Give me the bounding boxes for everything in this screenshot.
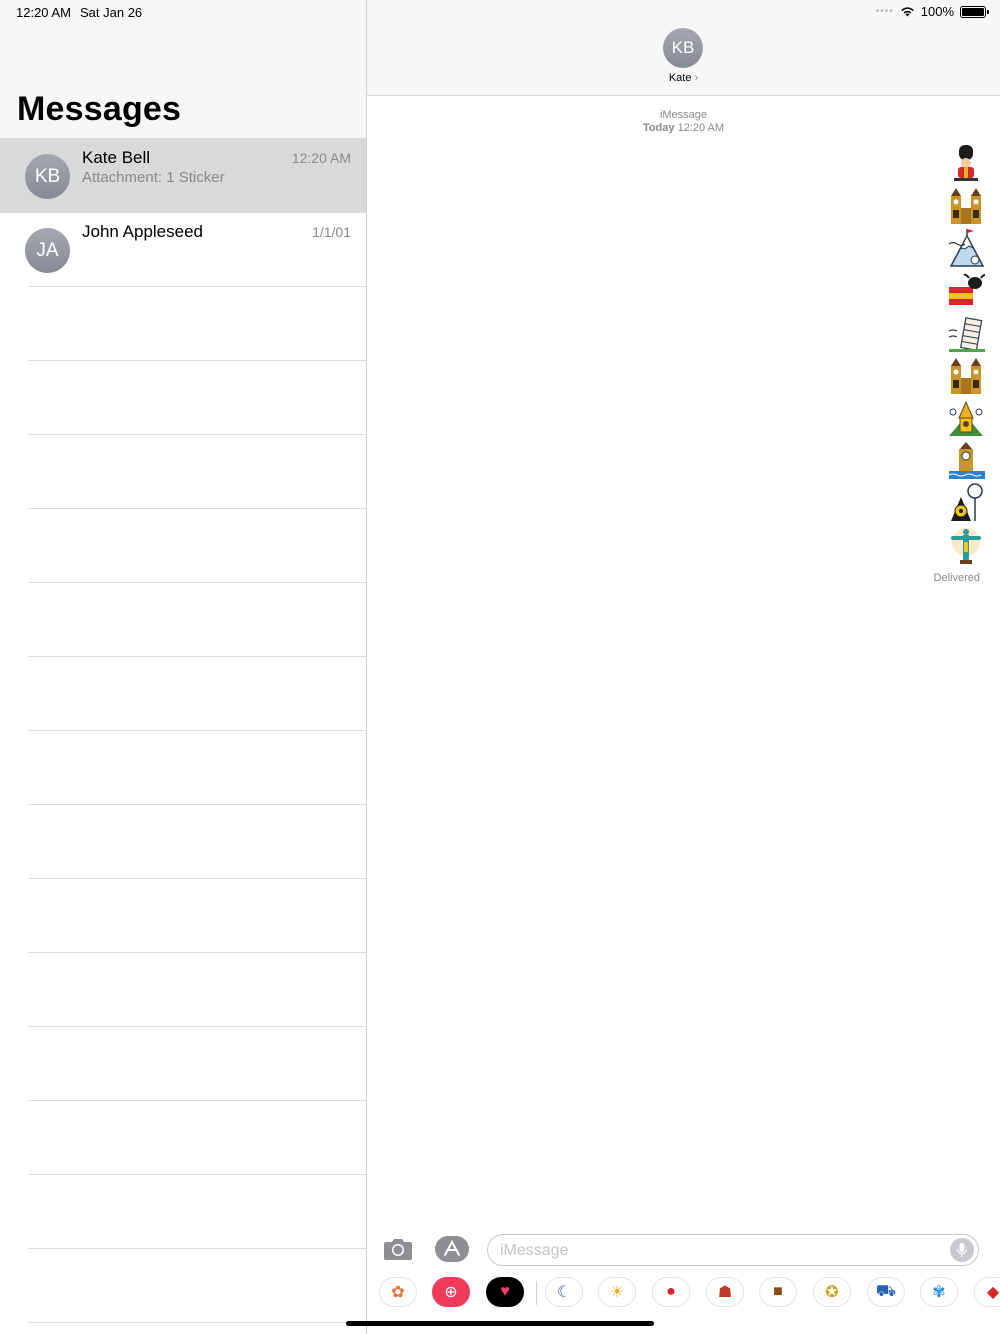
suitcase-sticker-app-icon[interactable]: ■ bbox=[759, 1277, 797, 1307]
contact-name: Kate bbox=[668, 72, 692, 84]
conversation-pane: KB Kate › iMessage Today 12:20 AM Delive… bbox=[367, 0, 1000, 1334]
empty-list-row bbox=[0, 657, 366, 731]
contact-avatar[interactable]: KB bbox=[663, 28, 703, 68]
empty-list-row bbox=[0, 953, 366, 1027]
empty-list-row bbox=[0, 1027, 366, 1101]
person-sticker-glyph-icon: ☗ bbox=[717, 1284, 733, 1301]
message-service: iMessage bbox=[659, 109, 708, 121]
person-sticker-app-icon[interactable]: ☗ bbox=[706, 1277, 744, 1307]
ipad-messages-screen: 12:20 AM Sat Jan 26 •••• 100% Messages K… bbox=[0, 0, 1000, 1334]
camera-icon bbox=[384, 1239, 412, 1260]
spain-bull-sticker[interactable] bbox=[946, 271, 986, 312]
night-sticker-app-icon[interactable]: ☾ bbox=[545, 1277, 583, 1307]
empty-list-row bbox=[0, 287, 366, 361]
conversation-row-john-appleseed[interactable]: JA John Appleseed 1/1/01 bbox=[0, 213, 366, 287]
avatar: KB bbox=[25, 154, 70, 199]
signal-icon: •••• bbox=[875, 6, 894, 17]
leaning-tower-sticker[interactable] bbox=[946, 313, 986, 354]
conversation-list-pane: Messages KB Kate Bell Attachment: 1 Stic… bbox=[0, 0, 366, 1334]
weather-sticker-glyph-icon: ☀ bbox=[609, 1284, 625, 1301]
empty-list-row bbox=[0, 509, 366, 583]
status-time: 12:20 AM bbox=[16, 5, 71, 20]
conversation-name: Kate Bell bbox=[82, 148, 151, 167]
weather-sticker-app-icon[interactable]: ☀ bbox=[598, 1277, 636, 1307]
cart-sticker-app-icon[interactable]: ⛟ bbox=[867, 1277, 905, 1307]
empty-list-row bbox=[0, 731, 366, 805]
empty-list-row bbox=[0, 805, 366, 879]
home-indicator[interactable] bbox=[346, 1321, 654, 1326]
christ-statue-sticker[interactable] bbox=[946, 526, 986, 567]
photos-glyph-icon: ✿ bbox=[391, 1284, 405, 1301]
page-title: Messages bbox=[17, 90, 182, 128]
chevron-right-icon: › bbox=[694, 72, 699, 84]
message-timestamp: iMessage Today 12:20 AM bbox=[367, 109, 1000, 135]
empty-list-row bbox=[0, 879, 366, 953]
battery-icon bbox=[960, 5, 989, 18]
conversation-preview: Attachment: 1 Sticker bbox=[82, 169, 225, 186]
conversation-row-kate-bell[interactable]: KB Kate Bell Attachment: 1 Sticker 12:20… bbox=[0, 139, 366, 213]
royal-guard-sticker[interactable] bbox=[946, 143, 986, 184]
wifi-icon bbox=[900, 7, 914, 17]
contact-name-button[interactable]: Kate › bbox=[367, 72, 1000, 84]
big-ben-towers-sticker[interactable] bbox=[946, 186, 986, 227]
empty-list-row bbox=[0, 1101, 366, 1175]
tomato-sticker-app-icon[interactable]: ● bbox=[652, 1277, 690, 1307]
message-input-placeholder: iMessage bbox=[500, 1242, 569, 1259]
delivery-status: Delivered bbox=[933, 572, 980, 584]
empty-list-row bbox=[0, 1249, 366, 1323]
status-indicators: •••• 100% bbox=[875, 4, 989, 19]
image-search-app-icon[interactable]: ⊕ bbox=[432, 1277, 470, 1307]
app-strip-divider bbox=[536, 1281, 537, 1305]
app-store-button[interactable] bbox=[434, 1235, 470, 1263]
battery-percent: 100% bbox=[920, 4, 954, 19]
compose-bar: iMessage bbox=[367, 1230, 1000, 1272]
mountain-peak-sticker[interactable] bbox=[946, 228, 986, 269]
timestamp-time: 12:20 AM bbox=[677, 122, 725, 134]
dictation-button[interactable] bbox=[950, 1238, 974, 1262]
empty-list-row bbox=[0, 583, 366, 657]
flower-sticker-app-icon[interactable]: ✾ bbox=[920, 1277, 958, 1307]
cart-sticker-glyph-icon: ⛟ bbox=[875, 1283, 897, 1300]
sticker-message bbox=[946, 143, 986, 566]
image-search-glyph-icon: ⊕ bbox=[444, 1284, 458, 1301]
conversation-time: 1/1/01 bbox=[312, 224, 351, 240]
avatar: JA bbox=[25, 228, 70, 273]
digital-touch-glyph-icon: ♥ bbox=[500, 1283, 510, 1300]
microphone-icon bbox=[956, 1243, 968, 1257]
app-drawer-strip: ✿ ⊕ ♥ ☾ ☀ ● ☗ ■ ✪ ⛟ ✾ ◆ bbox=[367, 1272, 1000, 1316]
suitcase-sticker-glyph-icon: ■ bbox=[773, 1283, 783, 1300]
conversation-name: John Appleseed bbox=[82, 222, 203, 241]
medal-sticker-glyph-icon: ✪ bbox=[825, 1284, 839, 1301]
empty-list-row bbox=[0, 1175, 366, 1249]
conversation-list: KB Kate Bell Attachment: 1 Sticker 12:20… bbox=[0, 139, 366, 1323]
empty-list-row bbox=[0, 435, 366, 509]
tomato-sticker-glyph-icon: ● bbox=[666, 1283, 676, 1300]
camera-button[interactable] bbox=[382, 1236, 414, 1262]
flower-sticker-glyph-icon: ✾ bbox=[932, 1284, 946, 1301]
temple-sticker[interactable] bbox=[946, 398, 986, 439]
night-sticker-glyph-icon: ☾ bbox=[556, 1284, 572, 1301]
timestamp-day: Today bbox=[642, 122, 675, 134]
clock-tower-sticker[interactable] bbox=[946, 441, 986, 482]
empty-list-row bbox=[0, 361, 366, 435]
photos-app-icon[interactable]: ✿ bbox=[379, 1277, 417, 1307]
message-input[interactable]: iMessage bbox=[487, 1234, 979, 1266]
big-ben-towers-sticker[interactable] bbox=[946, 356, 986, 397]
pane-divider bbox=[366, 0, 367, 1334]
conversation-time: 12:20 AM bbox=[291, 150, 351, 166]
status-date: Sat Jan 26 bbox=[80, 5, 143, 20]
app-store-icon bbox=[435, 1236, 469, 1262]
medal-sticker-app-icon[interactable]: ✪ bbox=[813, 1277, 851, 1307]
status-bar: 12:20 AM Sat Jan 26 •••• 100% bbox=[0, 0, 1000, 24]
empty-list-area bbox=[0, 287, 366, 1323]
digital-touch-app-icon[interactable]: ♥ bbox=[486, 1277, 524, 1307]
map-sticker-glyph-icon: ◆ bbox=[986, 1284, 1000, 1301]
map-sticker-app-icon[interactable]: ◆ bbox=[974, 1277, 1000, 1307]
eye-monument-sticker[interactable] bbox=[946, 483, 986, 524]
